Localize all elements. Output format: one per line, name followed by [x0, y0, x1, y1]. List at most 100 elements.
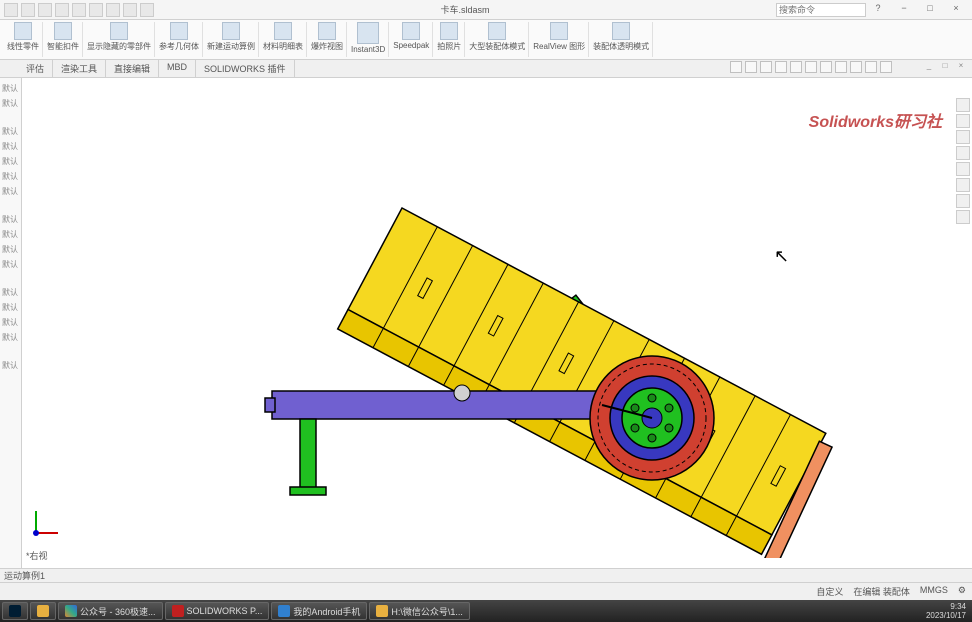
taskbar-solidworks-button[interactable]: SOLIDWORKS P... — [165, 602, 270, 620]
tree-item[interactable]: 默认 — [0, 82, 21, 95]
maximize-icon[interactable]: □ — [918, 3, 942, 17]
tab-addins[interactable]: SOLIDWORKS 插件 — [196, 60, 295, 77]
tree-item[interactable]: 默认 — [0, 125, 21, 138]
appearance-icon[interactable] — [820, 61, 832, 73]
qat-new-icon[interactable] — [4, 3, 18, 17]
status-units[interactable]: MMGS — [920, 585, 948, 598]
workspace: 默认 默认 默认 默认 默认 默认 默认 默认 默认 默认 默认 默认 默认 默… — [0, 78, 972, 568]
view-settings-icon[interactable] — [850, 61, 862, 73]
command-tabs: 评估 渲染工具 直接编辑 MBD SOLIDWORKS 插件 _ □ × — [0, 60, 972, 78]
ribbon-cmd-speedpak[interactable]: Speedpak — [390, 22, 433, 57]
doc-window-controls: _ □ × — [922, 61, 968, 73]
feature-tree-panel[interactable]: 默认 默认 默认 默认 默认 默认 默认 默认 默认 默认 默认 默认 默认 默… — [0, 78, 22, 568]
graphics-viewport[interactable]: Solidworks研习社 — [22, 78, 972, 568]
taskpane-custom-props-icon[interactable] — [956, 194, 970, 208]
taskbar-explorer-button[interactable]: H:\微信公众号\1... — [369, 602, 470, 620]
tree-item[interactable]: 默认 — [0, 97, 21, 110]
doc-close-icon[interactable]: × — [954, 61, 968, 73]
tree-item[interactable]: 默认 — [0, 286, 21, 299]
ribbon-cmd-10[interactable]: 大型装配体模式 — [466, 22, 529, 57]
taskpane-resources-icon[interactable] — [956, 114, 970, 128]
qat-rebuild-icon[interactable] — [106, 3, 120, 17]
status-edit-mode: 在编辑 装配体 — [853, 585, 910, 598]
status-gear-icon[interactable]: ⚙ — [958, 585, 966, 598]
taskbar-folder-button[interactable] — [30, 602, 56, 620]
taskpane-view-palette-icon[interactable] — [956, 162, 970, 176]
tab-evaluate[interactable]: 评估 — [18, 60, 53, 77]
qat-open-icon[interactable] — [21, 3, 35, 17]
status-custom: 自定义 — [816, 585, 843, 598]
ribbon-cmd-0[interactable]: 线性零件 — [4, 22, 43, 57]
qat-settings-icon[interactable] — [140, 3, 154, 17]
tree-item[interactable] — [0, 273, 21, 284]
taskpane-home-icon[interactable] — [956, 98, 970, 112]
taskbar-chrome-button[interactable]: 公众号 - 360极速... — [58, 602, 163, 620]
tree-item[interactable] — [0, 112, 21, 123]
tree-item[interactable]: 默认 — [0, 140, 21, 153]
ribbon-cmd-12[interactable]: 装配体透明模式 — [590, 22, 653, 57]
view-toolbar — [730, 61, 892, 73]
ribbon-cmd-4[interactable]: 新建运动算例 — [204, 22, 259, 57]
tree-item[interactable]: 默认 — [0, 228, 21, 241]
ribbon-cmd-11[interactable]: RealView 图形 — [530, 22, 589, 57]
taskbar-ps-button[interactable] — [2, 602, 28, 620]
tree-item[interactable]: 默认 — [0, 316, 21, 329]
section-view-icon[interactable] — [775, 61, 787, 73]
tree-item[interactable]: 默认 — [0, 170, 21, 183]
tree-item[interactable]: 默认 — [0, 301, 21, 314]
motion-study-tab[interactable]: 运动算例1 — [4, 571, 45, 581]
view-misc-icon[interactable] — [865, 61, 877, 73]
model-canvas — [22, 78, 952, 558]
qat-undo-icon[interactable] — [72, 3, 86, 17]
windows-taskbar: 公众号 - 360极速... SOLIDWORKS P... 我的Android… — [0, 600, 972, 622]
tree-item[interactable]: 默认 — [0, 359, 21, 372]
tree-item[interactable]: 默认 — [0, 331, 21, 344]
quick-access-toolbar — [4, 3, 154, 17]
tree-item[interactable]: 默认 — [0, 243, 21, 256]
ribbon-cmd-9[interactable]: 拍照片 — [434, 22, 465, 57]
minimize-icon[interactable]: − — [892, 3, 916, 17]
tree-item[interactable]: 默认 — [0, 155, 21, 168]
qat-options-icon[interactable] — [123, 3, 137, 17]
search-input[interactable] — [776, 3, 866, 17]
taskpane-design-library-icon[interactable] — [956, 130, 970, 144]
help-buttons: ? − □ × — [866, 3, 968, 17]
doc-restore-icon[interactable]: □ — [938, 61, 952, 73]
taskbar-clock[interactable]: 9:34 2023/10/17 — [926, 602, 970, 620]
zoom-fit-icon[interactable] — [745, 61, 757, 73]
title-bar: 卡车.sldasm ? − □ × — [0, 0, 972, 20]
ribbon-cmd-5[interactable]: 材料明细表 — [260, 22, 307, 57]
qat-save-icon[interactable] — [38, 3, 52, 17]
taskpane-file-explorer-icon[interactable] — [956, 146, 970, 160]
display-style-icon[interactable] — [790, 61, 802, 73]
view-misc2-icon[interactable] — [880, 61, 892, 73]
tab-direct-edit[interactable]: 直接编辑 — [106, 60, 159, 77]
tree-item[interactable] — [0, 346, 21, 357]
qat-redo-icon[interactable] — [89, 3, 103, 17]
tree-item[interactable]: 默认 — [0, 213, 21, 226]
ribbon-cmd-3[interactable]: 参考几何体 — [156, 22, 203, 57]
tree-item[interactable]: 默认 — [0, 258, 21, 271]
zoom-area-icon[interactable] — [760, 61, 772, 73]
hide-show-icon[interactable] — [805, 61, 817, 73]
tree-item[interactable] — [0, 200, 21, 211]
tree-item[interactable]: 默认 — [0, 185, 21, 198]
view-orientation-icon[interactable] — [730, 61, 742, 73]
ribbon-cmd-6[interactable]: 爆炸视图 — [308, 22, 347, 57]
tab-render[interactable]: 渲染工具 — [53, 60, 106, 77]
ribbon-cmd-1[interactable]: 智能扣件 — [44, 22, 83, 57]
tab-mbd[interactable]: MBD — [159, 60, 196, 77]
close-icon[interactable]: × — [944, 3, 968, 17]
ribbon-cmd-instant3d[interactable]: Instant3D — [348, 22, 389, 57]
window-title: 卡车.sldasm — [154, 3, 776, 16]
taskpane-appearances-icon[interactable] — [956, 178, 970, 192]
status-bar: 自定义 在编辑 装配体 MMGS ⚙ — [0, 582, 972, 600]
doc-min-icon[interactable]: _ — [922, 61, 936, 73]
scene-icon[interactable] — [835, 61, 847, 73]
taskpane-forum-icon[interactable] — [956, 210, 970, 224]
qat-print-icon[interactable] — [55, 3, 69, 17]
help-icon[interactable]: ? — [866, 3, 890, 17]
task-pane — [956, 78, 972, 224]
ribbon-cmd-2[interactable]: 显示隐藏的零部件 — [84, 22, 155, 57]
taskbar-phone-button[interactable]: 我的Android手机 — [271, 602, 367, 620]
